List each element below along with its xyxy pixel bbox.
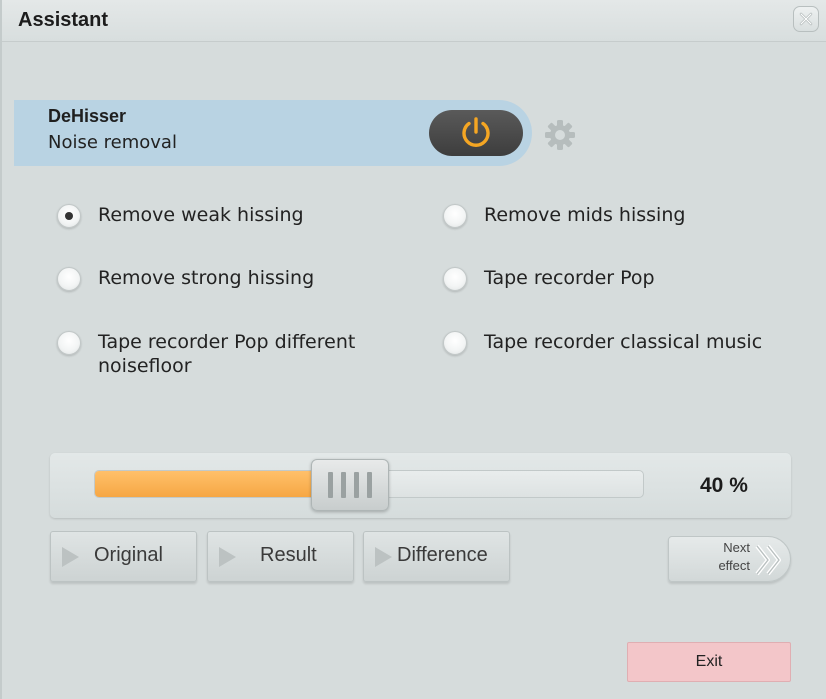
preset-label: Remove mids hissing xyxy=(484,204,686,226)
play-difference-button[interactable]: Difference xyxy=(363,531,510,582)
close-button[interactable] xyxy=(793,6,819,32)
play-icon xyxy=(219,547,236,567)
result-label: Result xyxy=(260,544,317,566)
preset-label: Tape recorder classical music xyxy=(484,331,763,353)
preset-tape-recorder-pop[interactable]: Tape recorder Pop xyxy=(443,267,655,297)
preset-label: Tape recorder Pop xyxy=(484,267,655,289)
double-chevron-right-icon xyxy=(755,544,781,576)
preset-label: Remove strong hissing xyxy=(98,267,315,289)
grip-line xyxy=(367,472,372,498)
strength-value: 40 % xyxy=(700,474,748,497)
exit-button[interactable]: Exit xyxy=(627,642,791,682)
assistant-window: Assistant DeHisser Noise removal Remove … xyxy=(0,0,826,699)
effect-description: Noise removal xyxy=(48,132,177,153)
strength-slider-thumb[interactable] xyxy=(311,459,389,511)
window-title: Assistant xyxy=(18,9,109,31)
power-toggle-button[interactable] xyxy=(429,110,523,156)
strength-slider-panel: 40 % xyxy=(50,453,791,518)
effect-header: DeHisser Noise removal xyxy=(14,100,532,166)
play-result-button[interactable]: Result xyxy=(207,531,354,582)
grip-line xyxy=(341,472,346,498)
radio-button[interactable] xyxy=(57,267,81,291)
effect-name: DeHisser xyxy=(48,106,127,126)
power-icon xyxy=(462,117,490,147)
grip-line xyxy=(354,472,359,498)
preset-tape-recorder-classical-music[interactable]: Tape recorder classical music xyxy=(443,331,762,361)
preset-label: Tape recorder Pop different noisefloor xyxy=(98,331,356,377)
radio-button[interactable] xyxy=(57,204,81,228)
radio-button[interactable] xyxy=(443,267,467,291)
effect-settings-button[interactable] xyxy=(543,118,577,152)
difference-label: Difference xyxy=(397,544,488,566)
preset-label: Remove weak hissing xyxy=(98,204,304,226)
strength-slider-fill xyxy=(95,471,315,497)
radio-button[interactable] xyxy=(443,331,467,355)
close-icon xyxy=(799,12,813,26)
radio-button[interactable] xyxy=(57,331,81,355)
next-effect-label-line1: Next xyxy=(723,540,750,555)
gear-icon xyxy=(545,120,575,150)
preset-tape-recorder-pop-different-noisefloor[interactable]: Tape recorder Pop different noisefloor xyxy=(57,331,417,385)
preset-remove-weak-hissing[interactable]: Remove weak hissing xyxy=(57,204,304,234)
preset-remove-mids-hissing[interactable]: Remove mids hissing xyxy=(443,204,685,234)
radio-button[interactable] xyxy=(443,204,467,228)
next-effect-label-line2: effect xyxy=(718,558,750,573)
play-original-button[interactable]: Original xyxy=(50,531,197,582)
play-icon xyxy=(375,547,392,567)
next-effect-button[interactable]: Next effect xyxy=(668,536,791,582)
original-label: Original xyxy=(94,544,163,566)
preset-remove-strong-hissing[interactable]: Remove strong hissing xyxy=(57,267,314,297)
play-icon xyxy=(62,547,79,567)
title-bar: Assistant xyxy=(2,0,826,42)
grip-line xyxy=(328,472,333,498)
